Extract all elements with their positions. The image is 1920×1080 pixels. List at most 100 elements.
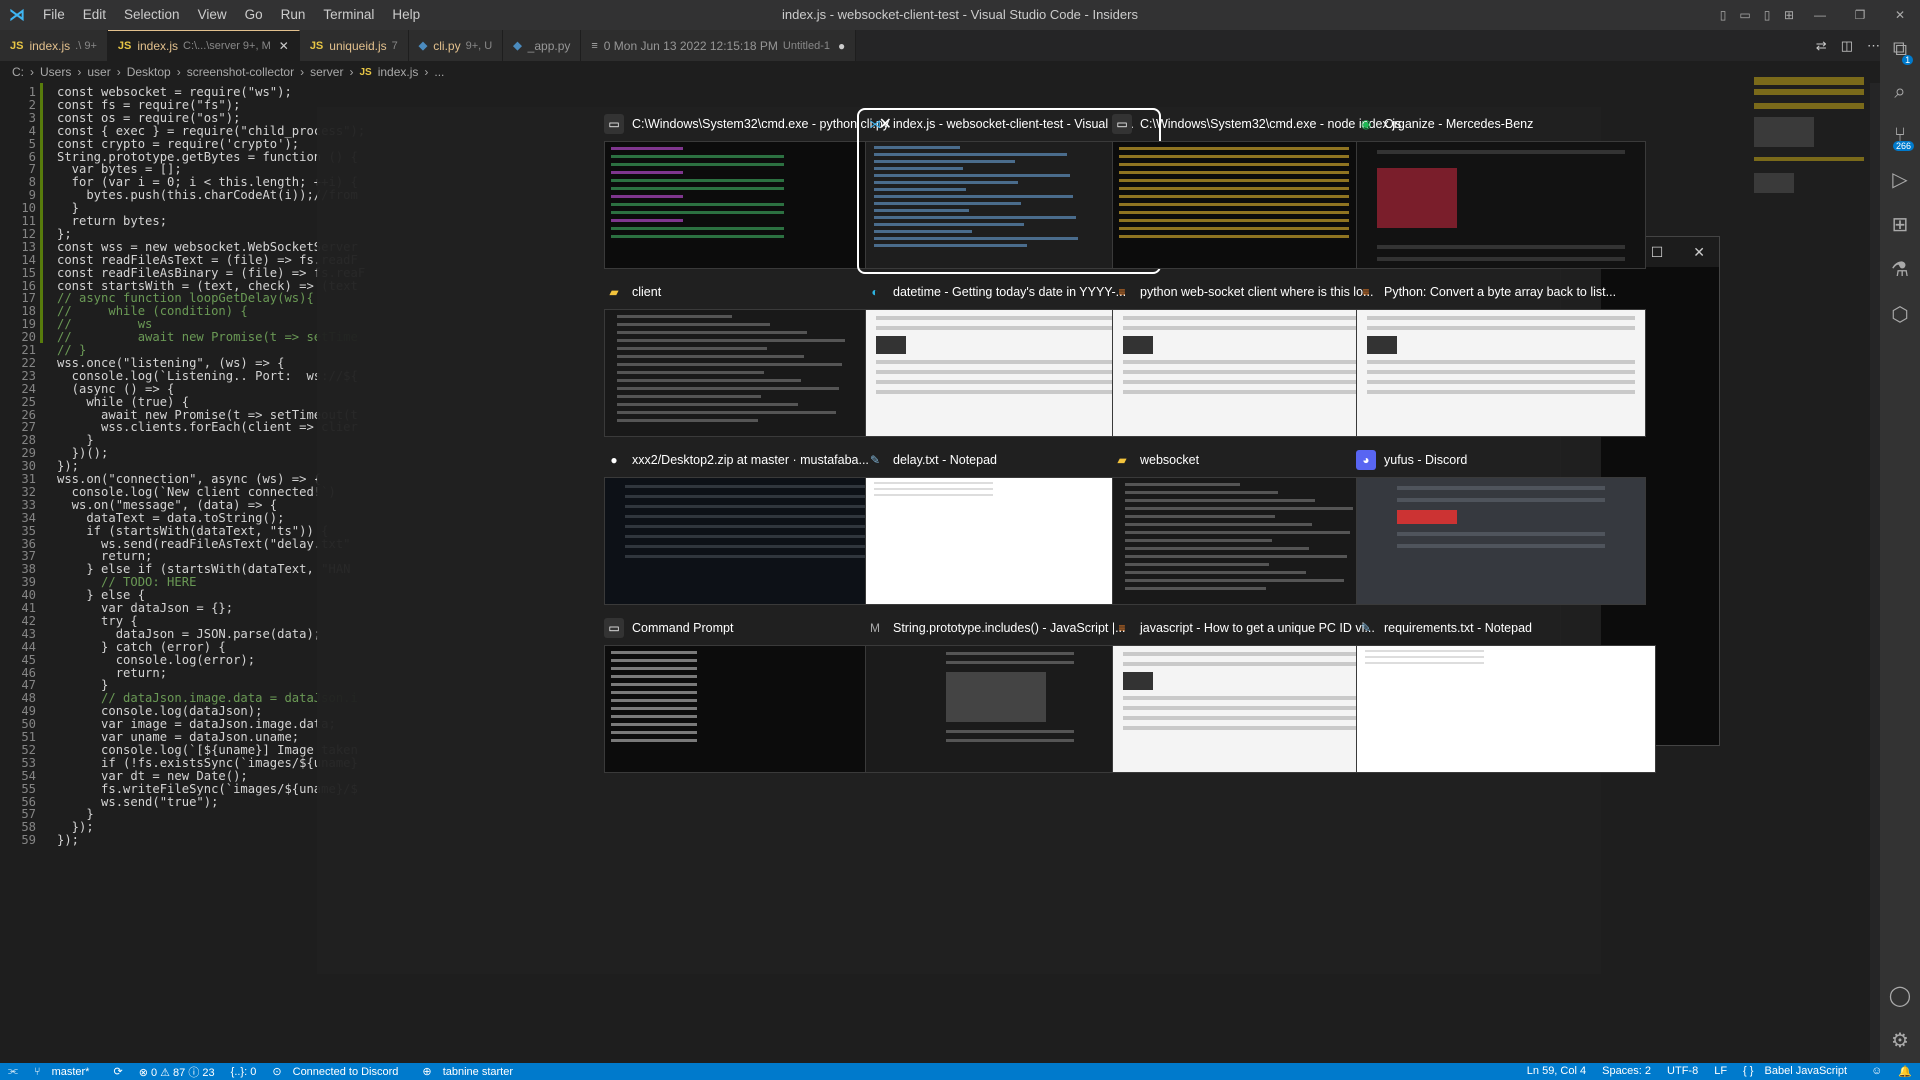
code-line[interactable]: dataText = data.toString(); <box>57 511 284 525</box>
sync-icon[interactable]: ⟳ <box>105 1065 130 1078</box>
code-line[interactable]: const fs = require("fs"); <box>57 98 240 112</box>
code-line[interactable]: wss.on("connection", async (ws) => { <box>57 472 321 486</box>
code-line[interactable]: if (!fs.existsSync(`images/${uname} <box>57 756 358 770</box>
code-line[interactable]: } <box>57 201 79 215</box>
editor-scrollbar[interactable] <box>1870 83 1880 1063</box>
code-line[interactable]: var bytes = []; <box>57 162 182 176</box>
code-line[interactable]: (async () => { <box>57 382 175 396</box>
notifications-icon[interactable]: 🔔 <box>1890 1065 1920 1078</box>
line-ending[interactable]: LF <box>1706 1065 1735 1078</box>
menu-edit[interactable]: Edit <box>74 0 115 30</box>
code-line[interactable]: const websocket = require("ws"); <box>57 85 292 99</box>
code-line[interactable]: bytes.push(this.charCodeAt(i));//from <box>57 188 358 202</box>
close-icon[interactable]: ✕ <box>279 39 289 53</box>
remote-indicator-icon[interactable]: ⫘ <box>0 1065 26 1078</box>
code-line[interactable]: const os = require("os"); <box>57 111 240 125</box>
code-line[interactable]: // async function loopGetDelay(ws){ <box>57 291 314 305</box>
code-line[interactable]: wss.once("listening", (ws) => { <box>57 356 284 370</box>
menu-help[interactable]: Help <box>383 0 429 30</box>
code-line[interactable]: // await new Promise(t => setTime <box>57 330 358 344</box>
code-line[interactable]: // } <box>57 343 86 357</box>
code-line[interactable]: const crypto = require('crypto'); <box>57 137 299 151</box>
code-line[interactable]: if (startsWith(dataText, "ts")) { <box>57 524 328 538</box>
code-line[interactable]: } <box>57 433 93 447</box>
tab-cli-py[interactable]: ◆ cli.py 9+, U <box>408 30 504 61</box>
switcher-window-8[interactable]: ≡ Python: Convert a byte array back to li… <box>1350 278 1650 440</box>
breadcrumb-item[interactable]: Users <box>40 65 71 79</box>
tab-uniqueid-js[interactable]: JS uniqueid.js 7 <box>299 30 409 61</box>
breadcrumb-item[interactable]: Desktop <box>127 65 171 79</box>
code-line[interactable]: }); <box>57 820 94 834</box>
code-line[interactable]: }; <box>57 227 72 241</box>
code-line[interactable]: } <box>57 807 93 821</box>
menu-terminal[interactable]: Terminal <box>314 0 383 30</box>
code-line[interactable]: // dataJson.image.data = dataJson.i <box>57 691 358 705</box>
discord-status[interactable]: ⊙ Connected to Discord <box>264 1065 414 1078</box>
layout-custom-icon[interactable]: ⊞ <box>1778 0 1800 30</box>
code-line[interactable]: })(); <box>57 446 109 460</box>
code-line[interactable]: console.log(`[${uname}] Image taken <box>57 743 358 757</box>
search-icon[interactable]: ⌕ <box>1894 81 1905 104</box>
code-line[interactable]: ws.send("true"); <box>57 795 218 809</box>
tab-index-js-server[interactable]: JS index.js C:\...\server 9+, M ✕ <box>107 30 300 61</box>
maximize-icon[interactable]: ☐ <box>1651 244 1664 261</box>
code-line[interactable]: var uname = dataJson.uname; <box>57 730 299 744</box>
code-line[interactable]: return bytes; <box>57 214 167 228</box>
code-line[interactable]: const wss = new websocket.WebSocketServe… <box>57 240 358 254</box>
remote-icon[interactable]: ⬡ <box>1891 302 1908 327</box>
code-line[interactable]: while (true) { <box>57 395 189 409</box>
code-line[interactable]: console.log(`Listening.. Port: ws://${ <box>57 369 358 383</box>
settings-gear-icon[interactable]: ⚙ <box>1891 1028 1909 1053</box>
feedback-icon[interactable]: ☺ <box>1863 1065 1890 1078</box>
switcher-window-5[interactable]: ▰ client <box>598 278 898 440</box>
switcher-window-13[interactable]: ▭ Command Prompt <box>598 614 898 776</box>
code-line[interactable]: // TODO: HERE <box>57 575 196 589</box>
cursor-position[interactable]: Ln 59, Col 4 <box>1519 1065 1594 1078</box>
run-debug-icon[interactable]: ▷ <box>1892 167 1907 192</box>
code-line[interactable]: String.prototype.getBytes = function () … <box>57 150 358 164</box>
switcher-window-1[interactable]: ▭ C:\Windows\System32\cmd.exe - python cl… <box>598 110 898 272</box>
menu-run[interactable]: Run <box>272 0 315 30</box>
code-line[interactable]: fs.writeFileSync(`images/${uname}/$ <box>57 782 358 796</box>
code-line[interactable]: await new Promise(t => setTimeout(t <box>57 408 358 422</box>
code-line[interactable]: dataJson = JSON.parse(data); <box>57 627 321 641</box>
minimap[interactable] <box>1754 77 1864 197</box>
code-line[interactable]: }); <box>57 459 79 473</box>
source-control-icon[interactable]: ⑂ 266 <box>1892 124 1914 151</box>
code-line[interactable]: return; <box>57 666 167 680</box>
breadcrumb-item[interactable]: screenshot-collector <box>187 65 294 79</box>
tab-index-js-root[interactable]: JS index.js .\ 9+ <box>0 30 108 61</box>
code-line[interactable]: var dataJson = {}; <box>57 601 233 615</box>
code-line[interactable]: } else { <box>57 588 145 602</box>
tab-untitled-1[interactable]: ≡ 0 Mon Jun 13 2022 12:15:18 PM Untitled-1… <box>581 30 857 61</box>
unsaved-dot-icon[interactable]: ● <box>838 39 845 53</box>
layout-panel-icon[interactable]: ▭ <box>1734 0 1756 30</box>
layout-sidebar-icon[interactable]: ▯ <box>1712 0 1734 30</box>
code-line[interactable]: console.log(error); <box>57 653 255 667</box>
breadcrumb-item[interactable]: index.js <box>378 65 419 79</box>
tabnine-status[interactable]: ⊕ tabnine starter <box>414 1065 529 1078</box>
language-mode[interactable]: { } Babel JavaScript <box>1735 1065 1863 1078</box>
explorer-icon[interactable]: ⧉ 1 <box>1893 38 1914 65</box>
restore-button[interactable]: ❐ <box>1840 0 1880 30</box>
problems-indicator[interactable]: ⊗ 0 ⚠ 87 ⓘ 23 <box>131 1064 223 1080</box>
code-line[interactable]: }); <box>57 833 79 847</box>
code-line[interactable]: return; <box>57 549 152 563</box>
switcher-window-9[interactable]: ● xxx2/Desktop2.zip at master · mustafaba… <box>598 446 898 608</box>
breadcrumb-item[interactable]: server <box>310 65 343 79</box>
close-window-button[interactable]: ✕ <box>1880 0 1920 30</box>
extensions-icon[interactable]: ⊞ <box>1892 212 1909 237</box>
code-line[interactable]: ws.send(readFileAsText("delay.txt" <box>57 537 350 551</box>
menu-file[interactable]: File <box>34 0 74 30</box>
code-line[interactable]: const readFileAsText = (file) => fs.read… <box>57 253 358 267</box>
code-line[interactable]: for (var i = 0; i < this.length; ++i) { <box>57 175 358 189</box>
code-line[interactable]: var image = dataJson.image.data; <box>57 717 336 731</box>
code-line[interactable]: } else if (startsWith(dataText, "HAN <box>57 562 350 576</box>
git-branch[interactable]: ⑂ master* <box>26 1066 106 1078</box>
compare-icon[interactable]: ⇄ <box>1816 38 1827 54</box>
code-line[interactable]: console.log(`New client connected!`) <box>57 485 336 499</box>
code-line[interactable]: console.log(dataJson); <box>57 704 262 718</box>
encoding[interactable]: UTF-8 <box>1659 1065 1706 1078</box>
code-line[interactable]: wss.clients.forEach(client => clier <box>57 420 358 434</box>
testing-icon[interactable]: ⚗ <box>1891 257 1909 282</box>
